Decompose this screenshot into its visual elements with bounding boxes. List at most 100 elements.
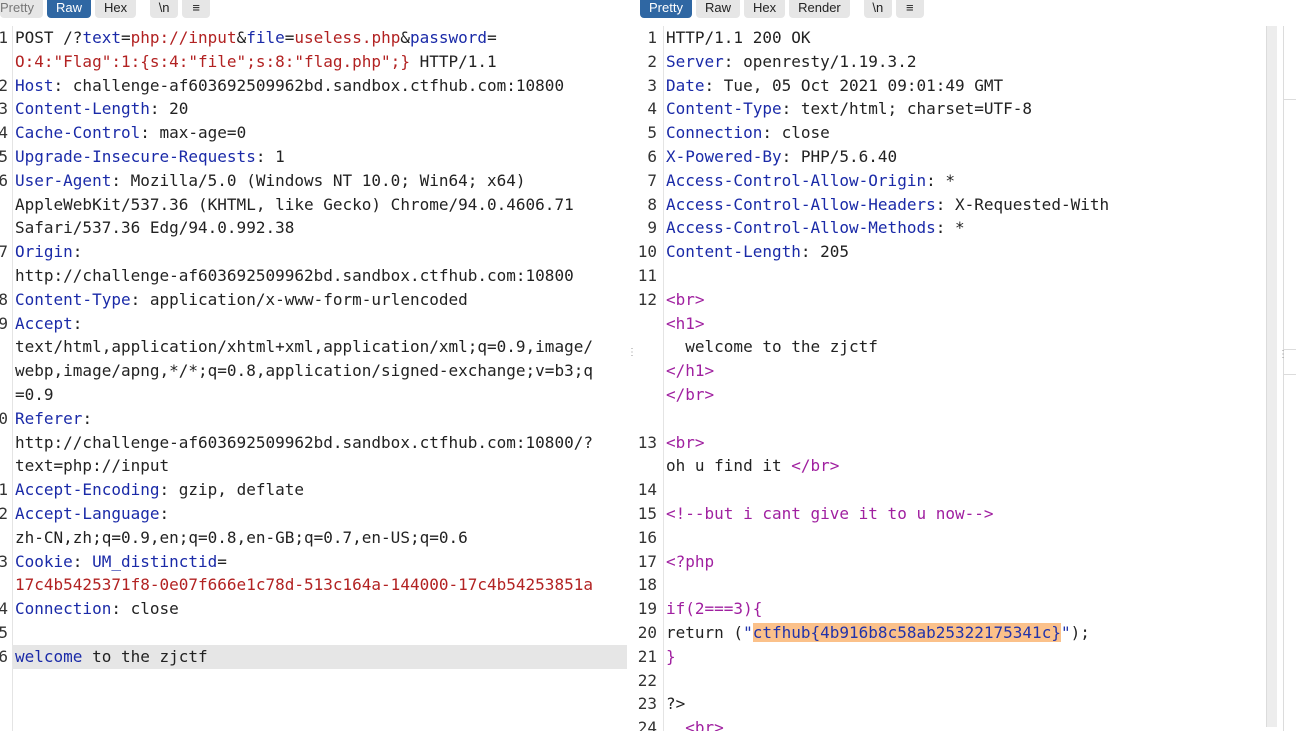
token: php://input bbox=[130, 28, 237, 47]
line-number: 22 bbox=[637, 670, 657, 690]
token: : close bbox=[111, 599, 179, 619]
token: : * bbox=[926, 170, 955, 190]
token: : 205 bbox=[800, 242, 850, 262]
token: Host bbox=[15, 75, 54, 95]
token: User-Agent bbox=[15, 170, 112, 190]
line-number: 13 bbox=[637, 432, 657, 452]
token: HTTP/1.1 bbox=[409, 51, 497, 71]
line-number: 23 bbox=[637, 694, 657, 714]
token: : bbox=[159, 503, 170, 523]
code-line: 10Referer: bbox=[0, 407, 627, 431]
line-text: Safari/537.36 Edg/94.0.992.38 bbox=[12, 216, 627, 240]
line-text: oh u find it </br> bbox=[663, 454, 1264, 478]
code-line: webp,image/apng,*/*;q=0.8,application/si… bbox=[0, 359, 627, 383]
tab-hex[interactable]: Hex bbox=[743, 0, 786, 18]
code-line: 11 bbox=[636, 264, 1264, 288]
line-number: 21 bbox=[637, 646, 657, 666]
code-line: 20 return ("ctfhub{4b916b8c58ab2532217534… bbox=[636, 621, 1264, 645]
token: : bbox=[82, 408, 93, 428]
token: } bbox=[666, 646, 676, 666]
code-line: zh-CN,zh;q=0.9,en;q=0.8,en-GB;q=0.7,en-U… bbox=[0, 526, 627, 550]
code-line: </br> bbox=[636, 383, 1264, 407]
code-line: 4 Cache-Control: max-age=0 bbox=[0, 121, 627, 145]
line-text bbox=[663, 526, 1264, 550]
token: br bbox=[810, 456, 830, 476]
token: : * bbox=[935, 218, 965, 238]
token: : PHP/5.6.40 bbox=[781, 146, 898, 166]
code-line: 14 bbox=[636, 478, 1264, 502]
line-text: <!--but i cant give it to u now--> bbox=[663, 502, 1264, 526]
side-splitter-handle[interactable]: ⋮ bbox=[1278, 350, 1288, 360]
line-text: Content-Length: 20 bbox=[12, 97, 627, 121]
menu-icon[interactable]: ≡ bbox=[895, 0, 924, 18]
code-line: 6 X-Powered-By: PHP/5.6.40 bbox=[636, 145, 1264, 169]
menu-icon[interactable]: ≡ bbox=[182, 0, 211, 18]
line-text: Access-Control-Allow-Methods: * bbox=[663, 216, 1264, 240]
code-line: 6 User-Agent: Mozilla/5.0 (Windows NT 10.… bbox=[0, 169, 627, 193]
tab-hex[interactable]: Hex bbox=[94, 0, 137, 18]
line-number bbox=[0, 454, 12, 478]
tab-pretty[interactable]: Pretty bbox=[0, 0, 43, 18]
token: Content-Length bbox=[666, 242, 801, 262]
token: > bbox=[694, 313, 705, 333]
line-number bbox=[636, 312, 663, 336]
token: > bbox=[694, 432, 705, 452]
line-number: 12 bbox=[637, 289, 657, 309]
tab-raw[interactable]: Raw bbox=[46, 0, 91, 18]
line-number: 3 bbox=[0, 99, 8, 119]
code-line: http://challenge-af603692509962bd.sandbo… bbox=[0, 431, 627, 455]
line-number: 15 bbox=[637, 503, 657, 523]
response-scrollbar[interactable] bbox=[1266, 26, 1277, 727]
token: : bbox=[72, 551, 93, 571]
tab-render[interactable]: Render bbox=[789, 0, 850, 18]
token: = bbox=[284, 28, 295, 47]
token: Access-Control-Allow-Headers bbox=[666, 194, 936, 214]
line-text: welcome to the zjctf bbox=[663, 335, 1264, 359]
token: " bbox=[743, 622, 753, 642]
token: = bbox=[217, 551, 227, 571]
token: ); bbox=[1070, 622, 1090, 642]
line-number: 14 bbox=[637, 480, 657, 500]
token: welcome to the zjctf bbox=[666, 337, 878, 357]
request-editor[interactable]: 1 POST /?text=php://input&file=useless.ph… bbox=[0, 26, 627, 731]
line-text: Connection: close bbox=[12, 597, 627, 621]
token: welcome bbox=[15, 646, 83, 666]
line-number bbox=[0, 383, 12, 407]
token: " bbox=[1060, 622, 1071, 642]
code-line: 13 <br> bbox=[636, 431, 1264, 455]
code-line: 5 Connection: close bbox=[636, 121, 1264, 145]
tab-newline[interactable]: \n bbox=[150, 0, 179, 18]
edge-divider bbox=[1284, 374, 1296, 375]
token: : gzip, deflate bbox=[159, 480, 305, 500]
token: > bbox=[829, 456, 840, 476]
token: Accept-Language bbox=[15, 503, 160, 523]
line-number: 11 bbox=[637, 265, 657, 285]
line-number: 15 bbox=[0, 622, 8, 642]
token: br bbox=[675, 432, 695, 452]
tab-newline[interactable]: \n bbox=[863, 0, 892, 18]
token: POST /? bbox=[15, 28, 83, 47]
token: http://challenge-af603692509962bd.sandbo… bbox=[15, 265, 574, 285]
token: AppleWebKit/537.36 (KHTML, like Gecko) C… bbox=[15, 194, 574, 214]
token: </ bbox=[666, 361, 686, 381]
line-text: Origin: bbox=[12, 240, 627, 264]
code-line: 12Accept-Language: bbox=[0, 502, 627, 526]
line-text: </h1> bbox=[663, 359, 1264, 383]
code-line: 11Accept-Encoding: gzip, deflate bbox=[0, 478, 627, 502]
tab-raw[interactable]: Raw bbox=[695, 0, 740, 18]
code-line: 17 <?php bbox=[636, 550, 1264, 574]
code-line: 15 <!--but i cant give it to u now--> bbox=[636, 502, 1264, 526]
line-text: User-Agent: Mozilla/5.0 (Windows NT 10.0… bbox=[12, 169, 627, 193]
tab-pretty[interactable]: Pretty bbox=[640, 0, 692, 18]
response-editor[interactable]: 1 HTTP/1.1 200 OK 2 Server: openresty/1.19.… bbox=[636, 26, 1264, 731]
token: ?> bbox=[666, 694, 686, 714]
line-number bbox=[0, 193, 12, 217]
code-line: 1 HTTP/1.1 200 OK bbox=[636, 26, 1264, 50]
line-number: 1 bbox=[0, 28, 8, 47]
code-line: 16welcome to the zjctf bbox=[0, 644, 627, 669]
pane-splitter-handle[interactable]: ⋮ bbox=[627, 348, 637, 358]
token: Origin bbox=[15, 242, 73, 262]
line-text: text/html,application/xhtml+xml,applicat… bbox=[12, 335, 627, 359]
line-number bbox=[0, 573, 12, 597]
line-number: 10 bbox=[0, 408, 8, 428]
